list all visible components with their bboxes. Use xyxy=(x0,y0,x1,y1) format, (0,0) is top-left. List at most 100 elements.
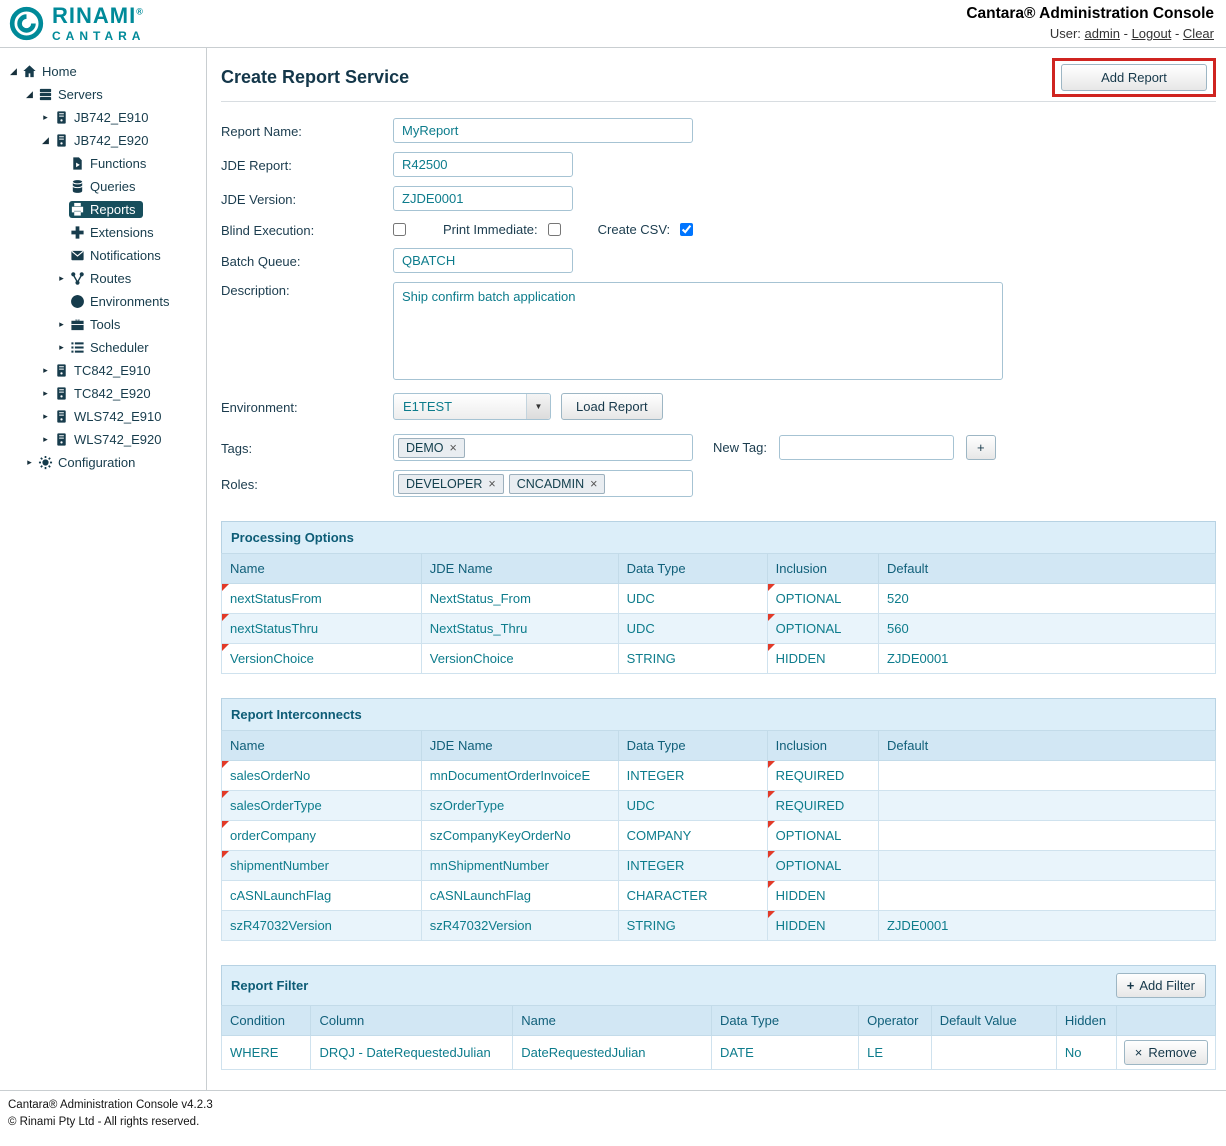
print-immediate-checkbox[interactable] xyxy=(548,223,561,236)
expand-arrow-icon[interactable]: ▸ xyxy=(38,365,53,376)
jde-report-input[interactable] xyxy=(393,152,573,177)
sidebar-item-reports[interactable]: Reports xyxy=(0,198,206,221)
logout-link[interactable]: Logout xyxy=(1132,26,1172,41)
table-cell[interactable]: STRING xyxy=(618,911,767,941)
collapse-arrow-icon[interactable]: ◢ xyxy=(6,66,21,77)
expand-arrow-icon[interactable]: ▸ xyxy=(38,388,53,399)
sidebar-item-jb742-e920[interactable]: ◢JB742_E920 xyxy=(0,129,206,152)
add-tag-button[interactable]: + xyxy=(966,435,996,460)
sidebar-item-notifications[interactable]: Notifications xyxy=(0,244,206,267)
table-cell[interactable]: INTEGER xyxy=(618,851,767,881)
table-cell[interactable]: VersionChoice xyxy=(222,644,422,674)
new-tag-input[interactable] xyxy=(779,435,954,460)
table-cell[interactable]: DATE xyxy=(712,1036,859,1070)
sidebar-item-servers[interactable]: ◢Servers xyxy=(0,83,206,106)
table-cell[interactable]: NextStatus_From xyxy=(421,584,618,614)
table-cell[interactable]: mnDocumentOrderInvoiceE xyxy=(421,761,618,791)
table-cell[interactable]: 560 xyxy=(878,614,1215,644)
add-filter-button[interactable]: +Add Filter xyxy=(1116,973,1206,998)
table-cell[interactable]: DRQJ - DateRequestedJulian xyxy=(311,1036,513,1070)
remove-filter-button[interactable]: ×Remove xyxy=(1124,1040,1208,1065)
clear-link[interactable]: Clear xyxy=(1183,26,1214,41)
environment-select[interactable]: E1TEST ▼ xyxy=(393,393,551,420)
table-cell[interactable] xyxy=(931,1036,1056,1070)
sidebar-item-home[interactable]: ◢Home xyxy=(0,60,206,83)
table-cell[interactable]: REQUIRED xyxy=(767,761,878,791)
table-cell[interactable]: nextStatusFrom xyxy=(222,584,422,614)
expand-arrow-icon[interactable]: ▸ xyxy=(54,273,69,284)
table-cell[interactable]: UDC xyxy=(618,584,767,614)
table-cell[interactable]: szOrderType xyxy=(421,791,618,821)
collapse-arrow-icon[interactable]: ◢ xyxy=(22,89,37,100)
sidebar-item-wls742-e910[interactable]: ▸WLS742_E910 xyxy=(0,405,206,428)
table-cell[interactable]: REQUIRED xyxy=(767,791,878,821)
table-cell[interactable] xyxy=(878,851,1215,881)
table-cell[interactable]: CHARACTER xyxy=(618,881,767,911)
table-cell[interactable]: VersionChoice xyxy=(421,644,618,674)
table-cell[interactable]: HIDDEN xyxy=(767,911,878,941)
table-cell[interactable]: OPTIONAL xyxy=(767,584,878,614)
sidebar-item-tools[interactable]: ▸Tools xyxy=(0,313,206,336)
table-cell[interactable]: cASNLaunchFlag xyxy=(222,881,422,911)
sidebar-item-routes[interactable]: ▸Routes xyxy=(0,267,206,290)
table-cell[interactable]: UDC xyxy=(618,791,767,821)
blind-execution-checkbox[interactable] xyxy=(393,223,406,236)
table-cell[interactable]: szCompanyKeyOrderNo xyxy=(421,821,618,851)
sidebar-item-extensions[interactable]: Extensions xyxy=(0,221,206,244)
sidebar-item-wls742-e920[interactable]: ▸WLS742_E920 xyxy=(0,428,206,451)
sidebar-item-tc842-e910[interactable]: ▸TC842_E910 xyxy=(0,359,206,382)
remove-role-chip-icon[interactable]: × xyxy=(590,477,597,491)
table-cell[interactable] xyxy=(878,761,1215,791)
expand-arrow-icon[interactable]: ▸ xyxy=(54,342,69,353)
expand-arrow-icon[interactable]: ▸ xyxy=(54,319,69,330)
table-cell[interactable]: WHERE xyxy=(222,1036,311,1070)
table-cell[interactable]: ZJDE0001 xyxy=(878,911,1215,941)
sidebar-item-queries[interactable]: Queries xyxy=(0,175,206,198)
report-name-input[interactable] xyxy=(393,118,693,143)
table-cell[interactable]: szR47032Version xyxy=(421,911,618,941)
table-cell[interactable]: 520 xyxy=(878,584,1215,614)
remove-tag-chip-icon[interactable]: × xyxy=(450,441,457,455)
table-cell[interactable]: COMPANY xyxy=(618,821,767,851)
sidebar-item-tc842-e920[interactable]: ▸TC842_E920 xyxy=(0,382,206,405)
sidebar-item-scheduler[interactable]: ▸Scheduler xyxy=(0,336,206,359)
table-cell[interactable]: No xyxy=(1056,1036,1116,1070)
sidebar-item-functions[interactable]: Functions xyxy=(0,152,206,175)
table-cell[interactable]: HIDDEN xyxy=(767,644,878,674)
table-cell[interactable]: NextStatus_Thru xyxy=(421,614,618,644)
table-cell[interactable]: shipmentNumber xyxy=(222,851,422,881)
table-cell[interactable]: nextStatusThru xyxy=(222,614,422,644)
expand-arrow-icon[interactable]: ▸ xyxy=(38,434,53,445)
sidebar-item-jb742-e910[interactable]: ▸JB742_E910 xyxy=(0,106,206,129)
table-cell[interactable]: ZJDE0001 xyxy=(878,644,1215,674)
table-cell[interactable]: LE xyxy=(859,1036,932,1070)
table-cell[interactable]: UDC xyxy=(618,614,767,644)
table-cell[interactable]: DateRequestedJulian xyxy=(513,1036,712,1070)
table-cell[interactable]: OPTIONAL xyxy=(767,851,878,881)
table-cell[interactable] xyxy=(878,881,1215,911)
expand-arrow-icon[interactable]: ▸ xyxy=(22,457,37,468)
table-cell[interactable]: OPTIONAL xyxy=(767,614,878,644)
table-cell[interactable] xyxy=(878,821,1215,851)
expand-arrow-icon[interactable]: ▸ xyxy=(38,112,53,123)
jde-version-input[interactable] xyxy=(393,186,573,211)
batch-queue-input[interactable] xyxy=(393,248,573,273)
table-cell[interactable] xyxy=(878,791,1215,821)
load-report-button[interactable]: Load Report xyxy=(561,393,663,420)
table-cell[interactable]: HIDDEN xyxy=(767,881,878,911)
user-name-link[interactable]: admin xyxy=(1085,26,1120,41)
expand-arrow-icon[interactable]: ▸ xyxy=(38,411,53,422)
description-textarea[interactable]: Ship confirm batch application xyxy=(393,282,1003,380)
table-cell[interactable]: szR47032Version xyxy=(222,911,422,941)
create-csv-checkbox[interactable] xyxy=(680,223,693,236)
tags-input[interactable]: DEMO× xyxy=(393,434,693,461)
roles-input[interactable]: DEVELOPER×CNCADMIN× xyxy=(393,470,693,497)
sidebar-item-environments[interactable]: Environments xyxy=(0,290,206,313)
table-cell[interactable]: INTEGER xyxy=(618,761,767,791)
table-cell[interactable]: mnShipmentNumber xyxy=(421,851,618,881)
table-cell[interactable]: salesOrderNo xyxy=(222,761,422,791)
table-cell[interactable]: cASNLaunchFlag xyxy=(421,881,618,911)
sidebar-item-configuration[interactable]: ▸Configuration xyxy=(0,451,206,474)
remove-role-chip-icon[interactable]: × xyxy=(488,477,495,491)
add-report-button[interactable]: Add Report xyxy=(1061,64,1207,91)
